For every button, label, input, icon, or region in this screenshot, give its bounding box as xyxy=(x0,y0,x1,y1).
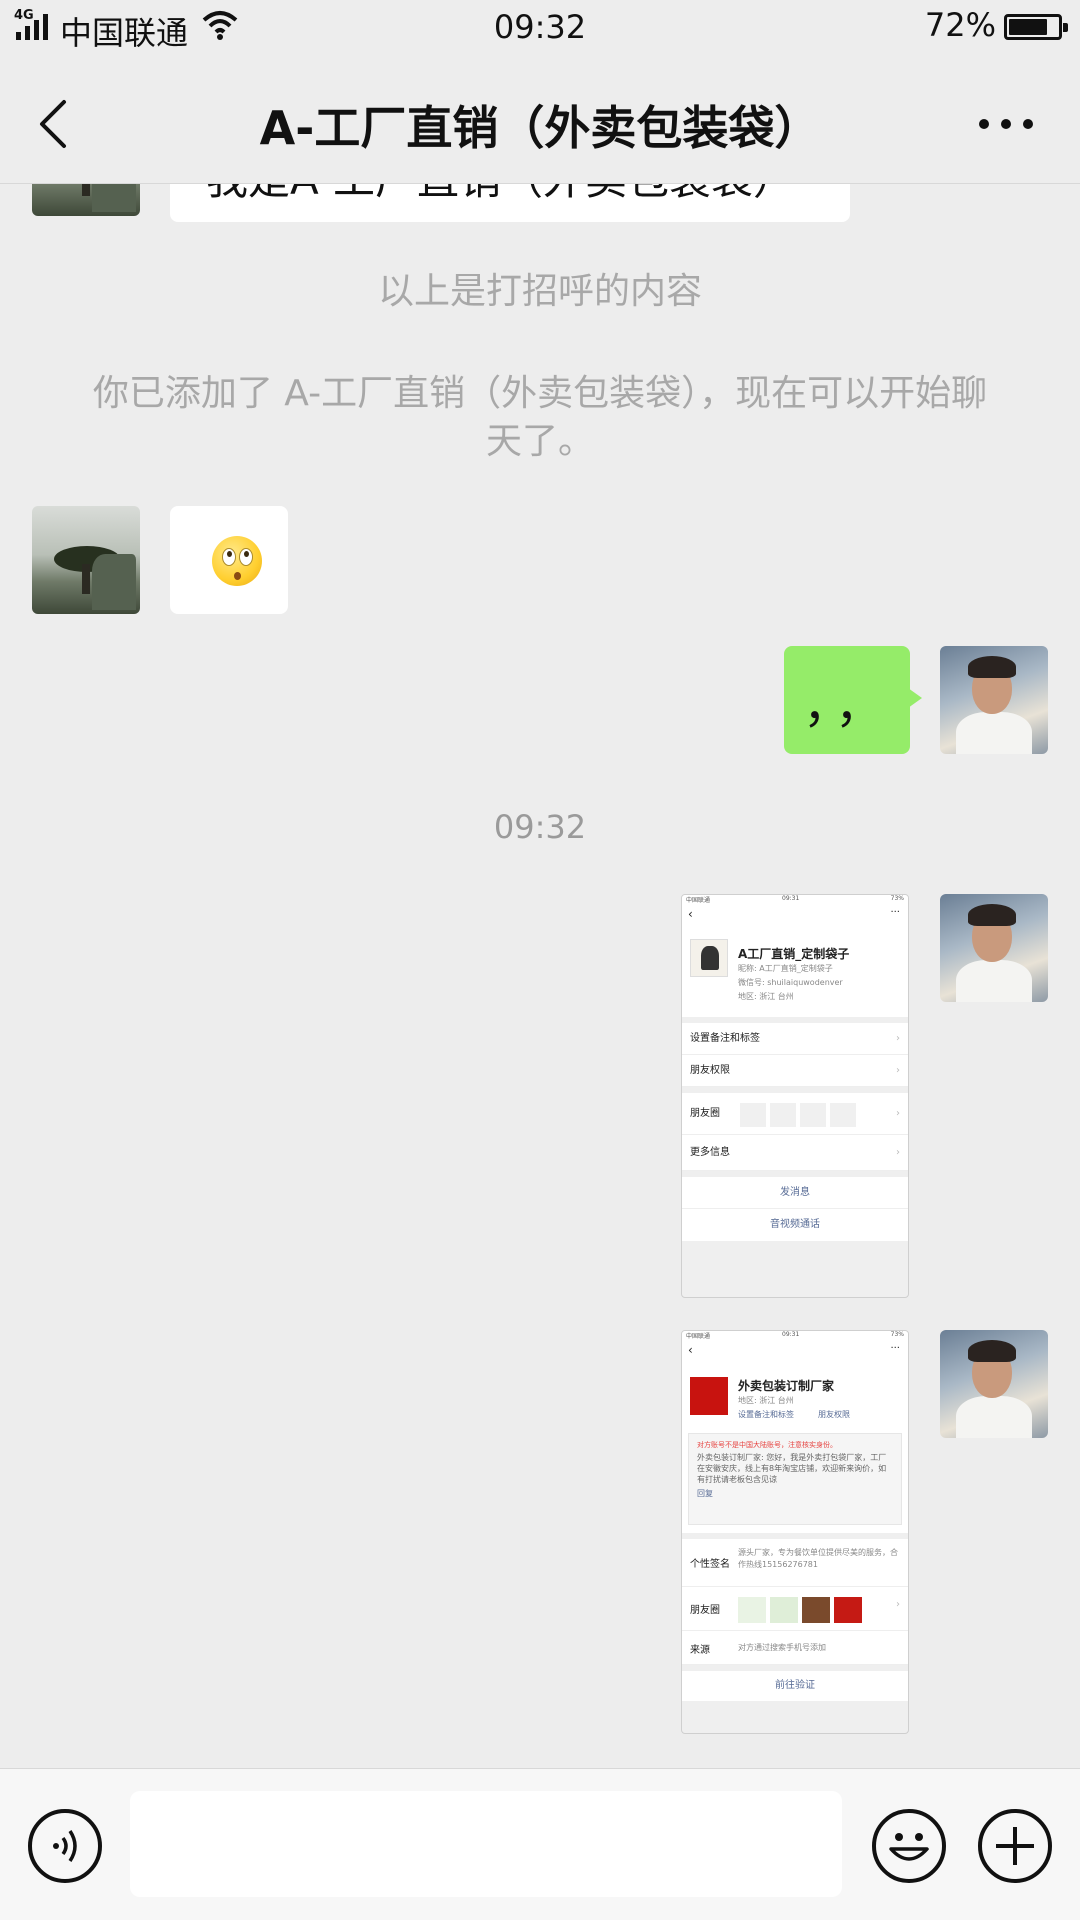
mini-reply: 回复 xyxy=(697,1489,713,1498)
chat-title: A-工厂直销（外卖包装袋） xyxy=(259,101,821,155)
mini-row: 更多信息 › xyxy=(682,1135,908,1171)
message-bubble[interactable] xyxy=(170,506,288,614)
message-timestamp: 09:32 xyxy=(493,808,587,846)
mini-region: 地区: 浙江 台州 xyxy=(738,992,794,1001)
message-list[interactable]: 我是A-工厂直销（外卖包装袋） 以上是打招呼的内容 你已添加了 A-工厂直销（外… xyxy=(0,184,1080,1768)
mini-verify: 前往验证 xyxy=(682,1671,908,1701)
image-message-profile[interactable]: 中国联通 09:31 73% ‹ ··· A工厂直销_定制袋子 昵称: A工厂直… xyxy=(681,894,909,1298)
battery-percent: 72% xyxy=(924,6,996,44)
mini-video-call: 音视频通话 xyxy=(682,1209,908,1241)
mini-greeting: 外卖包装订制厂家: 您好，我是外卖打包袋厂家，工厂在安徽安庆，线上有8年淘宝店铺… xyxy=(697,1453,887,1484)
status-bar: 4G 中国联通 09:32 72% xyxy=(0,0,1080,56)
contact-avatar[interactable] xyxy=(32,184,140,216)
input-bar xyxy=(0,1768,1080,1920)
mini-row: 朋友圈 › xyxy=(682,1093,908,1135)
emoji-icon[interactable] xyxy=(872,1809,946,1883)
my-message-bubble[interactable]: ，， xyxy=(784,646,922,754)
my-avatar[interactable] xyxy=(940,894,1048,1002)
mini-profile-card: ‹ ··· 外卖包装订制厂家 地区: 浙江 台州 设置备注和标签 朋友权限 xyxy=(682,1339,908,1429)
mini-row: 个性签名 源头厂家，专为餐饮单位提供尽美的服务，合作热线15156276781 xyxy=(682,1539,908,1587)
mini-back-icon: ‹ xyxy=(688,1343,693,1357)
mini-avatar xyxy=(690,939,728,977)
mini-wechat-id: 微信号: shuilaiquwodenver xyxy=(738,978,843,987)
plus-icon[interactable] xyxy=(978,1809,1052,1883)
mini-name: A工厂直销_定制袋子 xyxy=(738,947,850,961)
battery-icon xyxy=(1004,14,1068,40)
mini-profile-card: ‹ ··· A工厂直销_定制袋子 昵称: A工厂直销_定制袋子 微信号: shu… xyxy=(682,903,908,1017)
mini-time: 09:31 xyxy=(782,895,800,902)
message-text: ，， xyxy=(802,678,891,734)
mini-more-icon: ··· xyxy=(890,1343,900,1354)
voice-icon[interactable] xyxy=(28,1809,102,1883)
mini-battery: 73% xyxy=(890,1331,904,1338)
mini-row: 朋友圈 › xyxy=(682,1587,908,1631)
mini-warning: 对方账号不是中国大陆账号，注意核实身份。 xyxy=(697,1441,837,1449)
mini-back-icon: ‹ xyxy=(688,907,693,921)
mini-link-remark: 设置备注和标签 xyxy=(738,1410,794,1419)
mini-region: 地区: 浙江 台州 xyxy=(738,1396,794,1405)
status-time: 09:32 xyxy=(493,8,587,46)
mini-row: 来源 对方通过搜索手机号添加 xyxy=(682,1631,908,1665)
system-message: 以上是打招呼的内容 xyxy=(377,271,702,312)
my-avatar[interactable] xyxy=(940,1330,1048,1438)
rolling-eyes-emoji-icon xyxy=(212,536,262,586)
mini-more-icon: ··· xyxy=(890,907,900,918)
mini-nickname: 昵称: A工厂直销_定制袋子 xyxy=(738,964,833,973)
mini-name: 外卖包装订制厂家 xyxy=(738,1379,835,1393)
mini-time: 09:31 xyxy=(782,1331,800,1338)
message-bubble[interactable]: 我是A-工厂直销（外卖包装袋） xyxy=(170,184,850,222)
system-message: 你已添加了 A-工厂直销（外卖包装袋），现在可以开始聊天了。 xyxy=(92,373,988,462)
mini-link-permission: 朋友权限 xyxy=(818,1410,850,1419)
chat-header: A-工厂直销（外卖包装袋） xyxy=(0,56,1080,184)
contact-avatar[interactable] xyxy=(32,506,140,614)
my-avatar[interactable] xyxy=(940,646,1048,754)
mini-avatar xyxy=(690,1377,728,1415)
mini-row: 朋友权限 › xyxy=(682,1055,908,1087)
mini-send-message: 发消息 xyxy=(682,1177,908,1209)
message-text: 我是A-工厂直销（外卖包装袋） xyxy=(206,184,795,207)
mini-battery: 73% xyxy=(890,895,904,902)
mini-row: 设置备注和标签 › xyxy=(682,1023,908,1055)
more-icon[interactable] xyxy=(976,116,1036,132)
image-message-profile[interactable]: 中国联通 09:31 73% ‹ ··· 外卖包装订制厂家 地区: 浙江 台州 … xyxy=(681,1330,909,1734)
message-input[interactable] xyxy=(130,1791,842,1897)
mini-greeting-card: 对方账号不是中国大陆账号，注意核实身份。 外卖包装订制厂家: 您好，我是外卖打包… xyxy=(688,1433,902,1525)
